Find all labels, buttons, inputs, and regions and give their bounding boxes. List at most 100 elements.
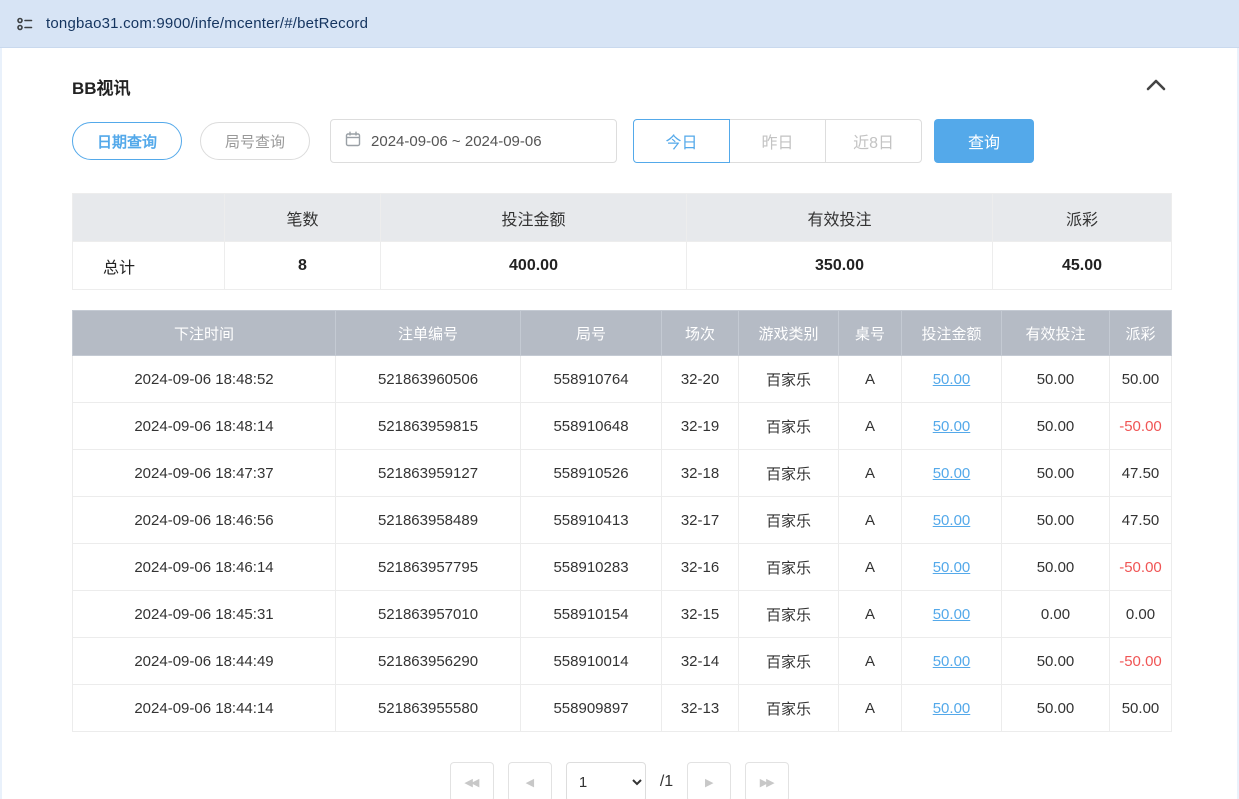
- search-button[interactable]: 查询: [934, 119, 1034, 163]
- record-row: 2024-09-06 18:44:49521863956290558910014…: [73, 638, 1172, 685]
- record-cell: 2024-09-06 18:45:31: [73, 591, 336, 638]
- record-cell: 521863956290: [336, 638, 521, 685]
- record-cell: 2024-09-06 18:47:37: [73, 450, 336, 497]
- column-header: 游戏类别: [739, 311, 839, 356]
- record-cell: 558909897: [521, 685, 662, 732]
- record-cell: 百家乐: [739, 544, 839, 591]
- record-cell: 百家乐: [739, 685, 839, 732]
- column-header: 投注金额: [902, 311, 1002, 356]
- url-text[interactable]: tongbao31.com:9900/infe/mcenter/#/betRec…: [46, 15, 368, 32]
- record-cell: 2024-09-06 18:44:14: [73, 685, 336, 732]
- bet-amount-link[interactable]: 50.00: [933, 700, 971, 717]
- address-bar[interactable]: tongbao31.com:9900/infe/mcenter/#/betRec…: [0, 0, 1239, 48]
- record-cell: -50.00: [1110, 544, 1172, 591]
- record-cell: -50.00: [1110, 403, 1172, 450]
- prev-page-button[interactable]: ◀: [508, 762, 552, 799]
- record-cell: 47.50: [1110, 450, 1172, 497]
- first-page-button[interactable]: ◀◀: [450, 762, 494, 799]
- record-cell: 32-20: [662, 356, 739, 403]
- record-cell: 521863960506: [336, 356, 521, 403]
- record-cell: 2024-09-06 18:48:52: [73, 356, 336, 403]
- record-cell: 32-14: [662, 638, 739, 685]
- bet-amount-cell: 50.00: [902, 356, 1002, 403]
- page-select[interactable]: 1: [566, 762, 646, 799]
- record-cell: A: [839, 497, 902, 544]
- summary-value: 8: [225, 242, 381, 290]
- summary-column-header: 笔数: [225, 194, 381, 242]
- column-header: 桌号: [839, 311, 902, 356]
- record-cell: 47.50: [1110, 497, 1172, 544]
- record-cell: A: [839, 638, 902, 685]
- record-cell: 50.00: [1110, 685, 1172, 732]
- record-cell: 521863958489: [336, 497, 521, 544]
- summary-column-header: 投注金额: [381, 194, 687, 242]
- round-query-button[interactable]: 局号查询: [200, 122, 310, 160]
- record-cell: 32-13: [662, 685, 739, 732]
- last-8-days-button[interactable]: 近8日: [825, 119, 922, 163]
- bet-record-panel: BB视讯 日期查询 局号查询 2024-09-06 ~ 2024-09-06: [0, 48, 1239, 799]
- record-cell: 521863959815: [336, 403, 521, 450]
- next-page-button[interactable]: ▶: [687, 762, 731, 799]
- record-cell: 32-18: [662, 450, 739, 497]
- record-cell: 2024-09-06 18:44:49: [73, 638, 336, 685]
- record-cell: A: [839, 591, 902, 638]
- panel-header: BB视讯: [72, 48, 1167, 99]
- column-header: 有效投注: [1002, 311, 1110, 356]
- bet-amount-link[interactable]: 50.00: [933, 465, 971, 482]
- summary-table: 笔数投注金额有效投注派彩 总计8400.00350.0045.00: [72, 193, 1172, 290]
- record-cell: 50.00: [1002, 638, 1110, 685]
- record-cell: 558910154: [521, 591, 662, 638]
- record-cell: 558910648: [521, 403, 662, 450]
- record-cell: 32-16: [662, 544, 739, 591]
- column-header: 派彩: [1110, 311, 1172, 356]
- record-cell: 50.00: [1002, 356, 1110, 403]
- record-cell: 50.00: [1002, 403, 1110, 450]
- bet-amount-link[interactable]: 50.00: [933, 371, 971, 388]
- page-title: BB视讯: [72, 74, 131, 99]
- bet-amount-link[interactable]: 50.00: [933, 418, 971, 435]
- browser-profile-icon: [16, 15, 34, 33]
- collapse-panel-button[interactable]: [1145, 78, 1167, 95]
- date-range-value: 2024-09-06 ~ 2024-09-06: [371, 133, 542, 150]
- record-row: 2024-09-06 18:48:52521863960506558910764…: [73, 356, 1172, 403]
- bet-amount-link[interactable]: 50.00: [933, 606, 971, 623]
- record-cell: 558910413: [521, 497, 662, 544]
- record-cell: 558910283: [521, 544, 662, 591]
- bet-amount-cell: 50.00: [902, 685, 1002, 732]
- prev-page-icon: ◀: [526, 776, 532, 789]
- record-cell: 百家乐: [739, 403, 839, 450]
- summary-total-row: 总计8400.00350.0045.00: [73, 242, 1172, 290]
- record-cell: A: [839, 685, 902, 732]
- record-row: 2024-09-06 18:45:31521863957010558910154…: [73, 591, 1172, 638]
- record-cell: A: [839, 450, 902, 497]
- next-page-icon: ▶: [705, 776, 711, 789]
- record-cell: 百家乐: [739, 591, 839, 638]
- summary-value: 400.00: [381, 242, 687, 290]
- column-header: 下注时间: [73, 311, 336, 356]
- bet-amount-link[interactable]: 50.00: [933, 559, 971, 576]
- today-button[interactable]: 今日: [633, 119, 730, 163]
- record-cell: 50.00: [1110, 356, 1172, 403]
- record-cell: 百家乐: [739, 450, 839, 497]
- record-cell: 521863957010: [336, 591, 521, 638]
- record-cell: -50.00: [1110, 638, 1172, 685]
- record-cell: 50.00: [1002, 497, 1110, 544]
- date-range-input[interactable]: 2024-09-06 ~ 2024-09-06: [330, 119, 617, 163]
- record-cell: 50.00: [1002, 685, 1110, 732]
- date-query-button[interactable]: 日期查询: [72, 122, 182, 160]
- record-cell: 2024-09-06 18:48:14: [73, 403, 336, 450]
- yesterday-button[interactable]: 昨日: [729, 119, 826, 163]
- record-cell: 521863957795: [336, 544, 521, 591]
- record-cell: 0.00: [1110, 591, 1172, 638]
- bet-amount-cell: 50.00: [902, 403, 1002, 450]
- record-cell: 百家乐: [739, 497, 839, 544]
- bet-records-table: 下注时间注单编号局号场次游戏类别桌号投注金额有效投注派彩 2024-09-06 …: [72, 310, 1172, 732]
- record-cell: 50.00: [1002, 544, 1110, 591]
- record-cell: 2024-09-06 18:46:56: [73, 497, 336, 544]
- summary-column-header: [73, 194, 225, 242]
- bet-amount-link[interactable]: 50.00: [933, 653, 971, 670]
- bet-amount-link[interactable]: 50.00: [933, 512, 971, 529]
- last-page-button[interactable]: ▶▶: [745, 762, 789, 799]
- record-cell: A: [839, 403, 902, 450]
- bet-amount-cell: 50.00: [902, 591, 1002, 638]
